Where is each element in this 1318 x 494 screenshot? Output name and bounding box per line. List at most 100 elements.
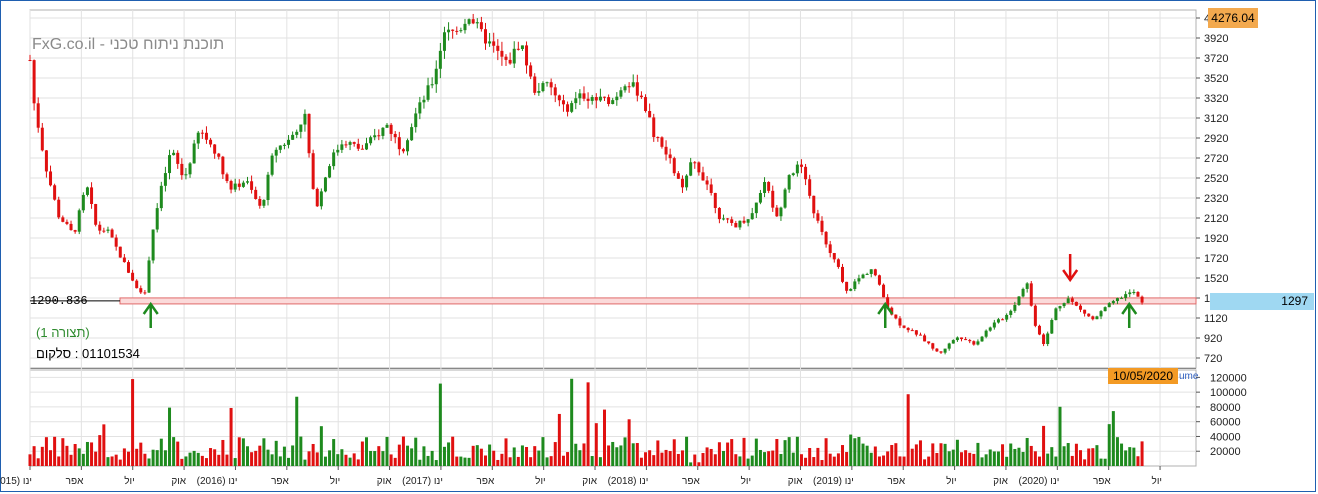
- candle-body: [447, 29, 451, 33]
- candle-body: [1017, 296, 1021, 305]
- candle-body: [332, 152, 336, 167]
- candle-body: [180, 163, 184, 176]
- candle-body: [237, 183, 241, 187]
- candle-body: [705, 180, 709, 185]
- volume-bar: [77, 448, 81, 466]
- candle-body: [648, 111, 652, 118]
- volume-bar: [988, 449, 992, 466]
- candle-body: [775, 207, 779, 217]
- candle-body: [213, 144, 217, 154]
- candle-body: [1107, 303, 1111, 308]
- volume-bar: [742, 437, 746, 466]
- volume-bar: [135, 448, 139, 466]
- volume-tick-label: 60000: [1210, 417, 1241, 429]
- candle-body: [36, 103, 40, 128]
- candle-body: [352, 142, 356, 144]
- volume-bar: [1009, 443, 1013, 466]
- candle-body: [988, 327, 992, 331]
- candle-body: [200, 132, 204, 134]
- volume-bar: [648, 450, 652, 466]
- volume-bar: [61, 438, 65, 466]
- candle-body: [295, 131, 299, 135]
- volume-bar: [1066, 443, 1070, 466]
- candle-body: [914, 330, 918, 335]
- candle-body: [1115, 298, 1119, 302]
- candle-body: [754, 202, 758, 214]
- candle-body: [274, 149, 278, 156]
- volume-bar: [570, 378, 574, 466]
- candle-body: [258, 199, 262, 206]
- x-tick-label: אוק: [788, 476, 803, 487]
- volume-bar: [960, 452, 964, 466]
- volume-bar: [697, 462, 701, 466]
- candle-body: [1120, 297, 1124, 299]
- candle-body: [882, 284, 886, 298]
- volume-bar: [882, 455, 886, 466]
- candle-body: [812, 195, 816, 214]
- volume-bar: [890, 445, 894, 466]
- volume-bar: [590, 456, 594, 466]
- volume-bar: [512, 447, 516, 466]
- volume-bar: [557, 413, 561, 466]
- volume-bar: [118, 459, 122, 466]
- candle-body: [1037, 325, 1041, 335]
- candle-body: [479, 22, 483, 30]
- volume-bar: [1005, 456, 1009, 466]
- candle-body: [668, 154, 672, 159]
- last-price-badge: 4276.04: [1208, 8, 1258, 28]
- candle-body: [984, 330, 988, 337]
- candle-body: [660, 137, 664, 147]
- volume-bar: [1046, 453, 1050, 466]
- candle-body: [664, 146, 668, 155]
- volume-bar: [1087, 448, 1091, 466]
- candle-body: [804, 166, 808, 180]
- price-tick-label: 2120: [1204, 213, 1228, 225]
- x-tick-label: אוק: [171, 476, 186, 487]
- volume-bar: [245, 446, 249, 466]
- candle-body: [738, 220, 742, 228]
- volume-bar: [369, 450, 373, 466]
- volume-bar: [110, 456, 114, 466]
- candle-body: [1083, 309, 1087, 314]
- candle-body: [717, 207, 721, 220]
- volume-bar: [241, 438, 245, 466]
- price-tick-label: 1720: [1204, 253, 1228, 265]
- volume-bar: [262, 438, 266, 466]
- candle-body: [619, 90, 623, 97]
- volume-bar: [73, 444, 77, 466]
- candle-body: [40, 127, 44, 151]
- x-tick-label: אפר: [66, 476, 84, 487]
- volume-bar: [898, 456, 902, 466]
- x-tick-label: אפר: [887, 476, 905, 487]
- volume-bar: [906, 394, 910, 466]
- volume-bar: [475, 445, 479, 466]
- volume-bar: [319, 426, 323, 466]
- stock-chart[interactable]: ינו (2015) אפר יול אוק ינו (2016) אפר יול אוק ינ…: [0, 0, 1318, 494]
- volume-bar: [767, 451, 771, 466]
- candle-body: [1062, 303, 1066, 307]
- volume-bar: [159, 438, 163, 466]
- volume-bar: [492, 450, 496, 466]
- candle-body: [254, 189, 258, 200]
- price-tick-label: 1120: [1204, 313, 1228, 325]
- candle-body: [504, 56, 508, 60]
- candle-body: [69, 223, 73, 231]
- candle-body: [918, 334, 922, 336]
- volume-bar: [520, 445, 524, 466]
- candle-body: [742, 220, 746, 223]
- volume-bar: [188, 452, 192, 466]
- candle-body: [537, 91, 541, 93]
- volume-bar: [131, 379, 135, 466]
- x-tick-label: ינו (2016): [197, 476, 238, 487]
- candle-body: [430, 84, 434, 86]
- volume-bar: [578, 450, 582, 466]
- x-tick-label: אוק: [582, 476, 597, 487]
- price-tick-label: 3120: [1204, 113, 1228, 125]
- candle-body: [102, 230, 106, 232]
- volume-bar: [734, 454, 738, 466]
- volume-bar: [656, 440, 660, 466]
- volume-bar: [1128, 447, 1132, 466]
- candle-body: [85, 187, 89, 195]
- volume-bar: [1095, 445, 1099, 466]
- volume-bar: [496, 459, 500, 466]
